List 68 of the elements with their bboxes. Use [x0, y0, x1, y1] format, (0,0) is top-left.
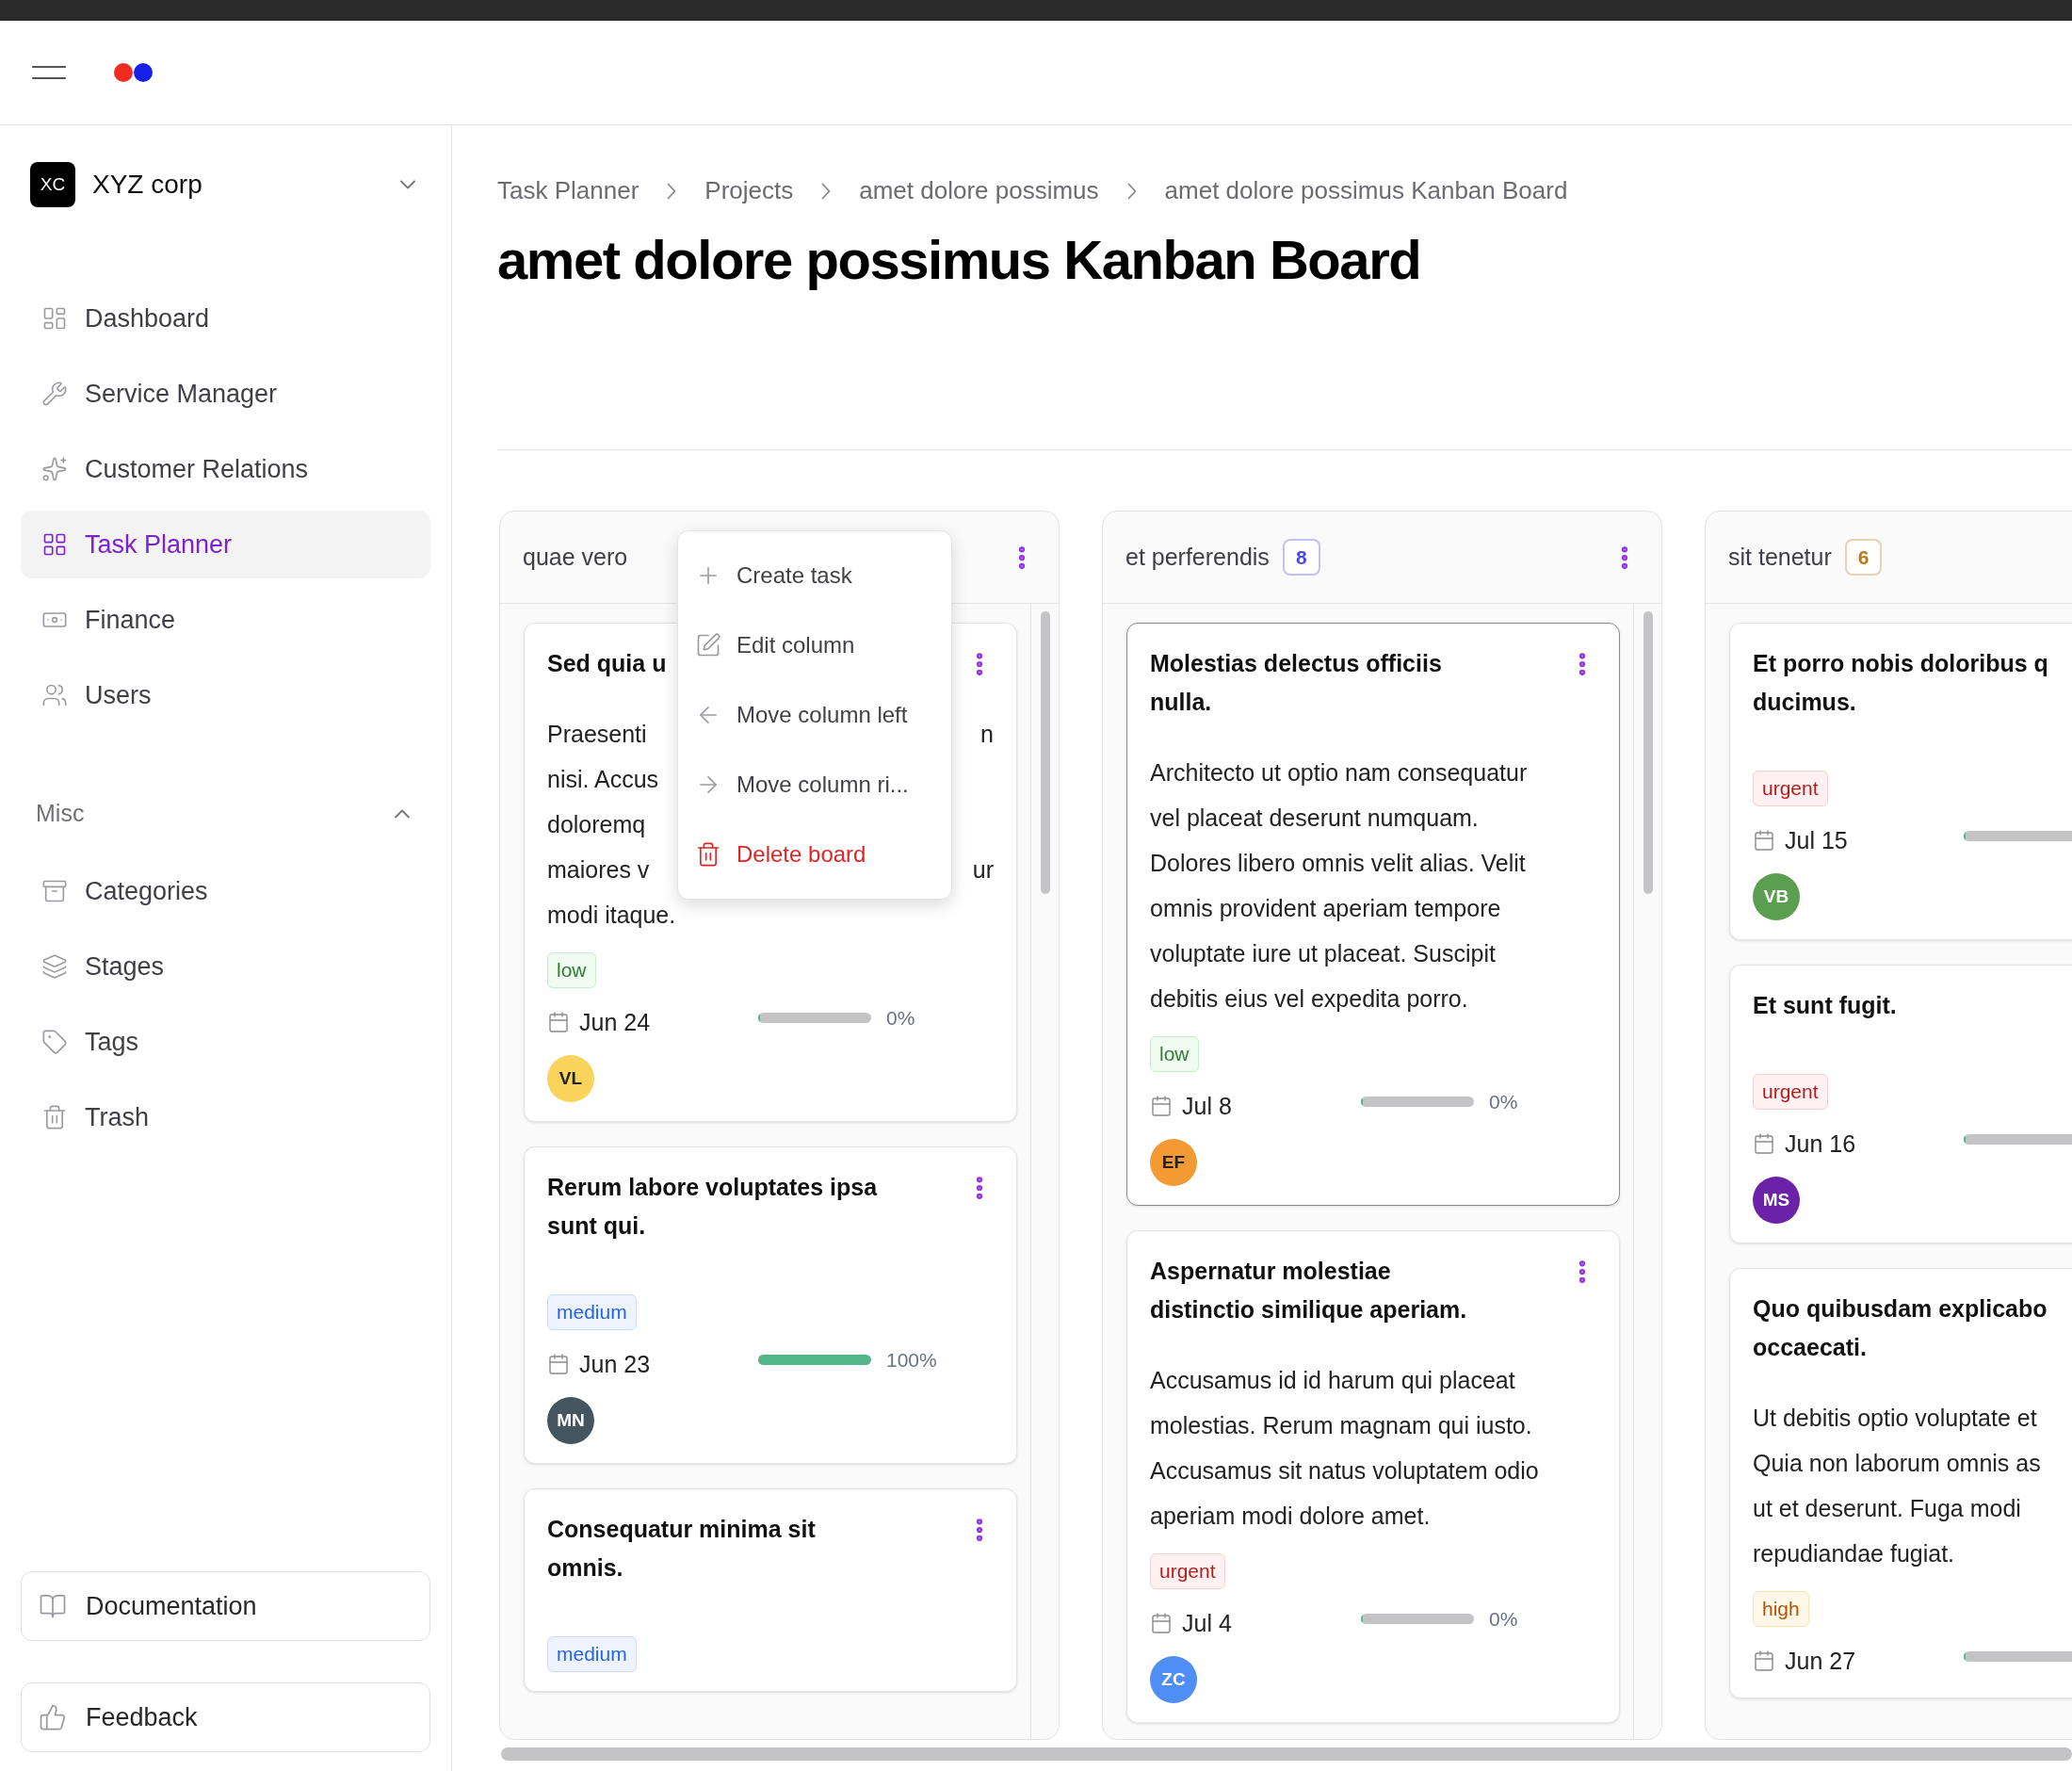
task-description: Accusamus id id harum qui placeat: [1150, 1366, 1515, 1395]
priority-tag: urgent: [1753, 771, 1828, 806]
progress-percent: 0%: [1489, 1606, 1518, 1632]
task-description: ut et deserunt. Fuga modi: [1753, 1494, 2021, 1523]
task-title: Consequatur minima sit: [547, 1515, 816, 1544]
task-title: nulla.: [1150, 688, 1213, 717]
task-title: Aspernatur molestiae: [1150, 1257, 1392, 1286]
task-description: Accusamus sit natus voluptatem odio: [1150, 1456, 1539, 1486]
avatar: EF: [1150, 1139, 1197, 1186]
due-date: Jul 4: [1182, 1608, 1233, 1638]
task-title: sunt qui.: [547, 1211, 647, 1241]
priority-tag: low: [1150, 1036, 1199, 1072]
task-title: Molestias delectus officiis: [1150, 649, 1442, 678]
progress-percent: 100%: [886, 1347, 937, 1373]
task-description: Quia non laborum omnis as: [1753, 1449, 2041, 1478]
task-description: omnis provident aperiam tempore: [1150, 894, 1501, 923]
due-date: Jun 24: [579, 1007, 652, 1037]
task-description: vel placeat deserunt numquam.: [1150, 804, 1479, 833]
avatar: VB: [1753, 873, 1800, 920]
priority-tag: urgent: [1753, 1074, 1828, 1110]
column-title: quae vero: [523, 542, 628, 572]
task-description: Praesenti: [547, 720, 647, 749]
column-title: sit tenetur: [1728, 542, 1832, 572]
task-description: maiores v: [547, 855, 650, 885]
due-date: Jun 27: [1785, 1646, 1857, 1676]
task-description: modi itaque.: [547, 901, 676, 930]
priority-tag: urgent: [1150, 1553, 1225, 1589]
task-description: doloremq: [547, 810, 646, 839]
task-title: occaecati.: [1753, 1333, 1868, 1362]
avatar: MS: [1753, 1177, 1800, 1224]
priority-tag: low: [547, 952, 596, 988]
task-description: repudiandae fugiat.: [1753, 1539, 1955, 1568]
task-title: distinctio similique aperiam.: [1150, 1295, 1467, 1324]
priority-tag: medium: [547, 1294, 637, 1330]
org-name: XYZ corp: [92, 169, 202, 201]
progress-percent: 0%: [1489, 1089, 1518, 1114]
task-description: n: [980, 720, 994, 749]
avatar: VL: [547, 1055, 594, 1102]
progress-percent: 0%: [886, 1005, 915, 1031]
task-title: Sed quia u: [547, 649, 667, 678]
task-description: aperiam modi dolore amet.: [1150, 1502, 1431, 1531]
task-title: Et porro nobis doloribus q: [1753, 649, 2048, 678]
task-description: Architecto ut optio nam consequatur: [1150, 758, 1528, 788]
due-date: Jul 15: [1785, 825, 1849, 855]
task-description: Dolores libero omnis velit alias. Velit: [1150, 849, 1526, 878]
task-title: omnis.: [547, 1553, 624, 1583]
priority-tag: medium: [547, 1636, 637, 1672]
org-avatar: XC: [30, 162, 75, 207]
task-description: voluptate iure ut placeat. Suscipit: [1150, 939, 1496, 968]
due-date: Jun 23: [579, 1349, 652, 1379]
avatar: ZC: [1150, 1656, 1197, 1703]
task-description: debitis eius vel expedita porro.: [1150, 984, 1468, 1014]
task-title: ducimus.: [1753, 688, 1857, 717]
avatar: MN: [547, 1397, 594, 1444]
task-title: Rerum labore voluptates ipsa: [547, 1173, 878, 1202]
priority-tag: high: [1753, 1591, 1809, 1627]
task-title: Quo quibusdam explicabo: [1753, 1294, 2048, 1324]
task-description: nisi. Accus: [547, 765, 659, 794]
count-badge: 8: [1282, 538, 1320, 577]
due-date: Jun 16: [1785, 1129, 1857, 1159]
page-title: amet dolore possimus Kanban Board: [497, 228, 1422, 292]
task-description: molestias. Rerum magnam qui iusto.: [1150, 1411, 1532, 1440]
count-badge: 6: [1844, 538, 1883, 577]
column-title: et perferendis: [1125, 542, 1270, 572]
due-date: Jul 8: [1182, 1091, 1233, 1121]
task-description: ur: [972, 855, 994, 885]
task-description: Ut debitis optio voluptate et: [1753, 1404, 2037, 1433]
task-title: Et sunt fugit.: [1753, 991, 1897, 1020]
